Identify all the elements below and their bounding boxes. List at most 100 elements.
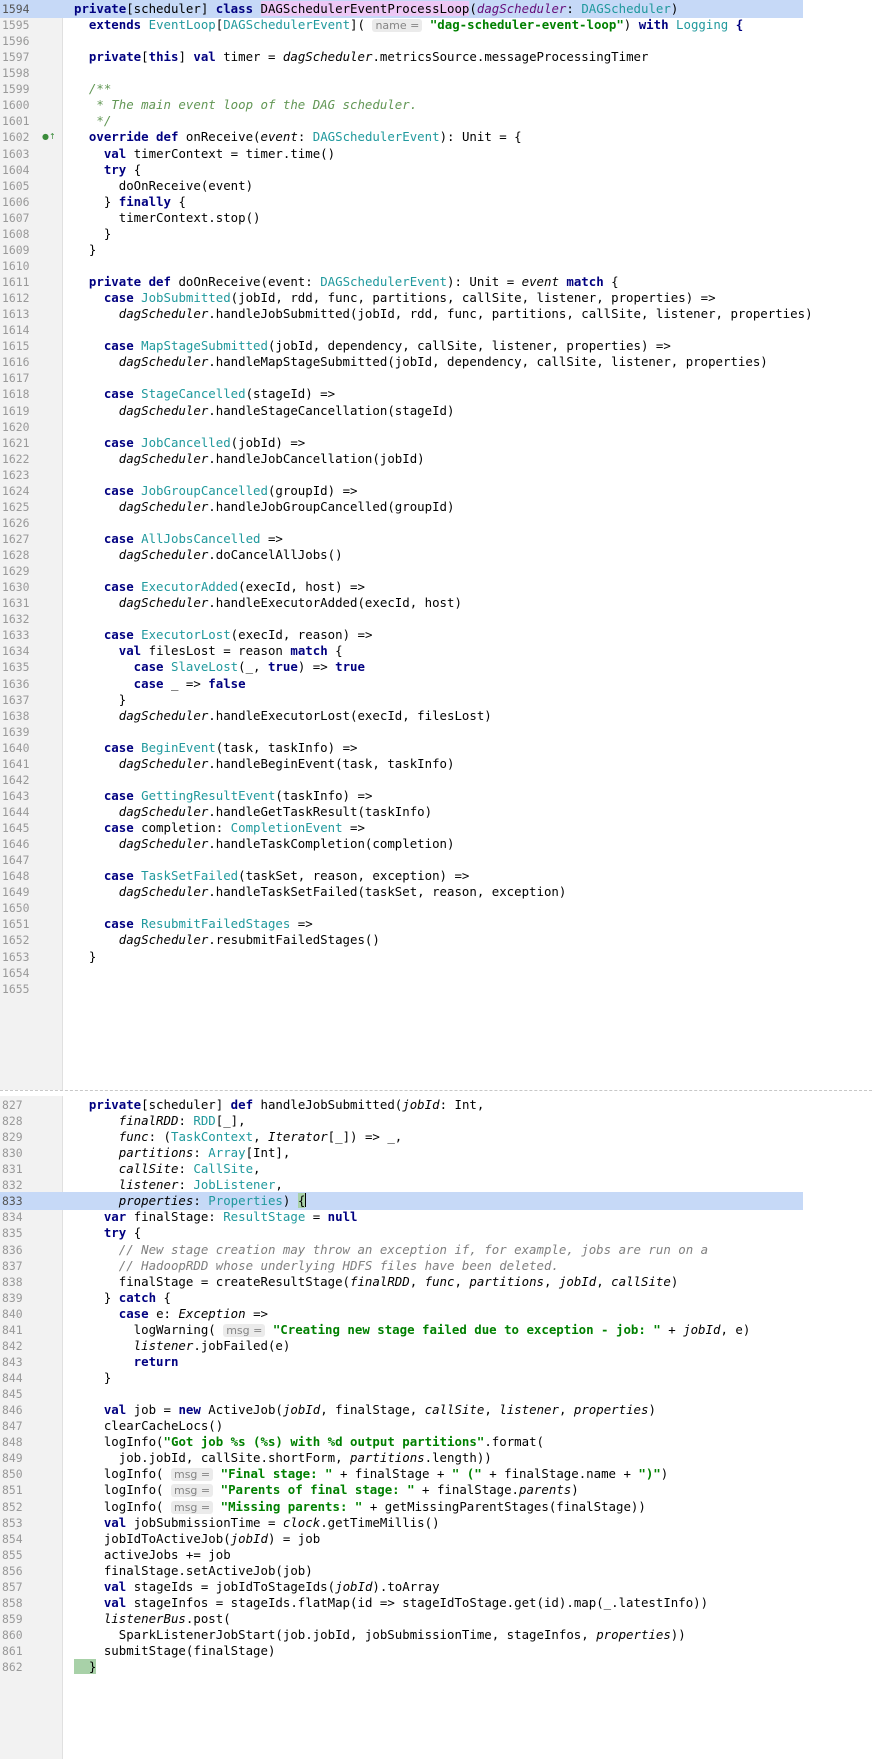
code-token: job = [133,1402,179,1418]
code-token: [_]) => _, [327,1129,403,1145]
code-token: finalRDD [74,1113,179,1129]
code-token: var [74,1209,134,1225]
code-token: parents [519,1482,572,1498]
code-token: ) => [297,659,336,675]
code-editor-top[interactable]: 1594 private[scheduler] class DAGSchedule… [0,0,872,1094]
code-token: callSite [424,1402,485,1418]
code-token: e: [156,1305,179,1321]
code-line[interactable]: 1655 [0,980,872,998]
code-token: true [335,659,365,675]
code-token: Exception [178,1305,254,1321]
code-token: } [74,1289,119,1305]
code-token: .getTimeMillis() [320,1514,440,1530]
code-token: clearCacheLocs() [74,1418,224,1434]
code-token: Iterator [267,1129,328,1145]
code-token: logInfo( [74,1434,164,1450]
code-token: => [297,916,313,932]
code-token: ")" [638,1466,661,1482]
code-token: dagScheduler [74,836,209,852]
code-token: , [484,1402,500,1418]
code-token: } [74,1370,112,1386]
code-token: .handleTaskCompletion(completion) [208,836,455,852]
code-token: [ [141,49,149,65]
code-token: ).toArray [372,1578,440,1594]
code-token: (jobId, rdd, func, partitions, callSite,… [230,290,716,306]
code-token: .handleStageCancellation(stageId) [208,402,455,418]
code-token: ExecutorLost [141,627,231,643]
override-icon[interactable]: ●↑ [42,131,56,143]
text-cursor [305,1193,307,1208]
code-token: filesLost = reason [148,643,291,659]
code-token: true [267,659,298,675]
code-token: (jobId) => [230,434,306,450]
code-token: submitStage(finalStage) [74,1643,276,1659]
code-token: with [638,17,677,33]
code-token: (stageId) => [245,386,336,402]
code-token: "Missing parents: " [220,1498,370,1514]
code-token: return [74,1353,179,1369]
code-line[interactable]: 862 } [0,1658,872,1676]
code-token: event [521,274,567,290]
code-token: .resubmitFailedStages() [208,932,380,948]
code-token: } [74,948,97,964]
code-token: onReceive( [185,129,261,145]
code-token: [_], [215,1113,246,1129]
code-token: JobGroupCancelled [141,482,268,498]
code-token: ) [660,1466,669,1482]
code-token: Logging [676,17,729,33]
code-token: ): Unit = [447,274,522,290]
code-token: logInfo( [74,1482,171,1498]
code-token: .handleGetTaskResult(taskInfo) [208,804,433,819]
code-token: { [297,1193,306,1209]
code-token: (taskSet, reason, exception) => [238,868,470,884]
code-token: val [193,49,224,65]
code-token: (_, [238,659,268,675]
code-token: .handleTaskSetFailed(taskSet, reason, ex… [208,884,567,900]
code-token: callSite [74,1161,179,1177]
code-token: */ [74,113,112,129]
code-token: "Final stage: " [220,1466,340,1482]
line-number: 862 [2,1660,23,1675]
code-token: .metricsSource.messageProcessingTimer [372,49,649,65]
code-token: dagScheduler [74,547,209,563]
code-token: properties [596,1626,671,1642]
code-token: SparkListenerJobStart(job.jobId, jobSubm… [74,1626,597,1642]
code-token: Array [208,1145,246,1161]
code-token: catch [118,1289,164,1305]
code-token: "dag-scheduler-event-loop" [429,17,624,33]
code-token: TaskContext [171,1129,254,1145]
code-token: (taskInfo) => [275,787,373,803]
code-token: case [74,290,142,306]
code-token: { [133,161,142,177]
code-token: [scheduler] [141,1097,231,1112]
code-token: event [260,129,298,145]
code-token: ExecutorAdded [141,579,239,595]
code-token: ) [648,1402,656,1418]
code-token: .handleJobSubmitted(jobId, rdd, func, pa… [208,306,813,322]
code-token: (task, taskInfo) => [215,739,358,755]
code-token: false [208,675,246,691]
code-token: { [178,193,186,209]
code-token: ResultStage [223,1209,313,1225]
code-token: dagScheduler [74,354,209,370]
code-token: activeJobs += job [74,1546,231,1562]
code-token: { [611,274,619,290]
code-token: { [133,1225,142,1241]
code-token: EventLoop [148,17,216,33]
code-token: partitions [350,1450,425,1466]
code-token: finally [118,193,179,209]
code-token: DAGSchedulerEvent [223,17,351,33]
parameter-hint: msg = [170,1500,214,1514]
code-token: DAGSchedulerEvent [312,129,440,145]
code-token: listener [74,1177,179,1193]
code-token: [scheduler] [126,1,216,16]
code-token: } [74,193,119,209]
code-token: : [178,1113,194,1129]
code-editor-bottom[interactable]: 827 private[scheduler] def handleJobSubm… [0,1096,872,1759]
code-token: JobCancelled [141,434,231,450]
code-token: : [566,1,582,16]
code-token: .handleExecutorLost(execId, filesLost) [208,707,492,723]
